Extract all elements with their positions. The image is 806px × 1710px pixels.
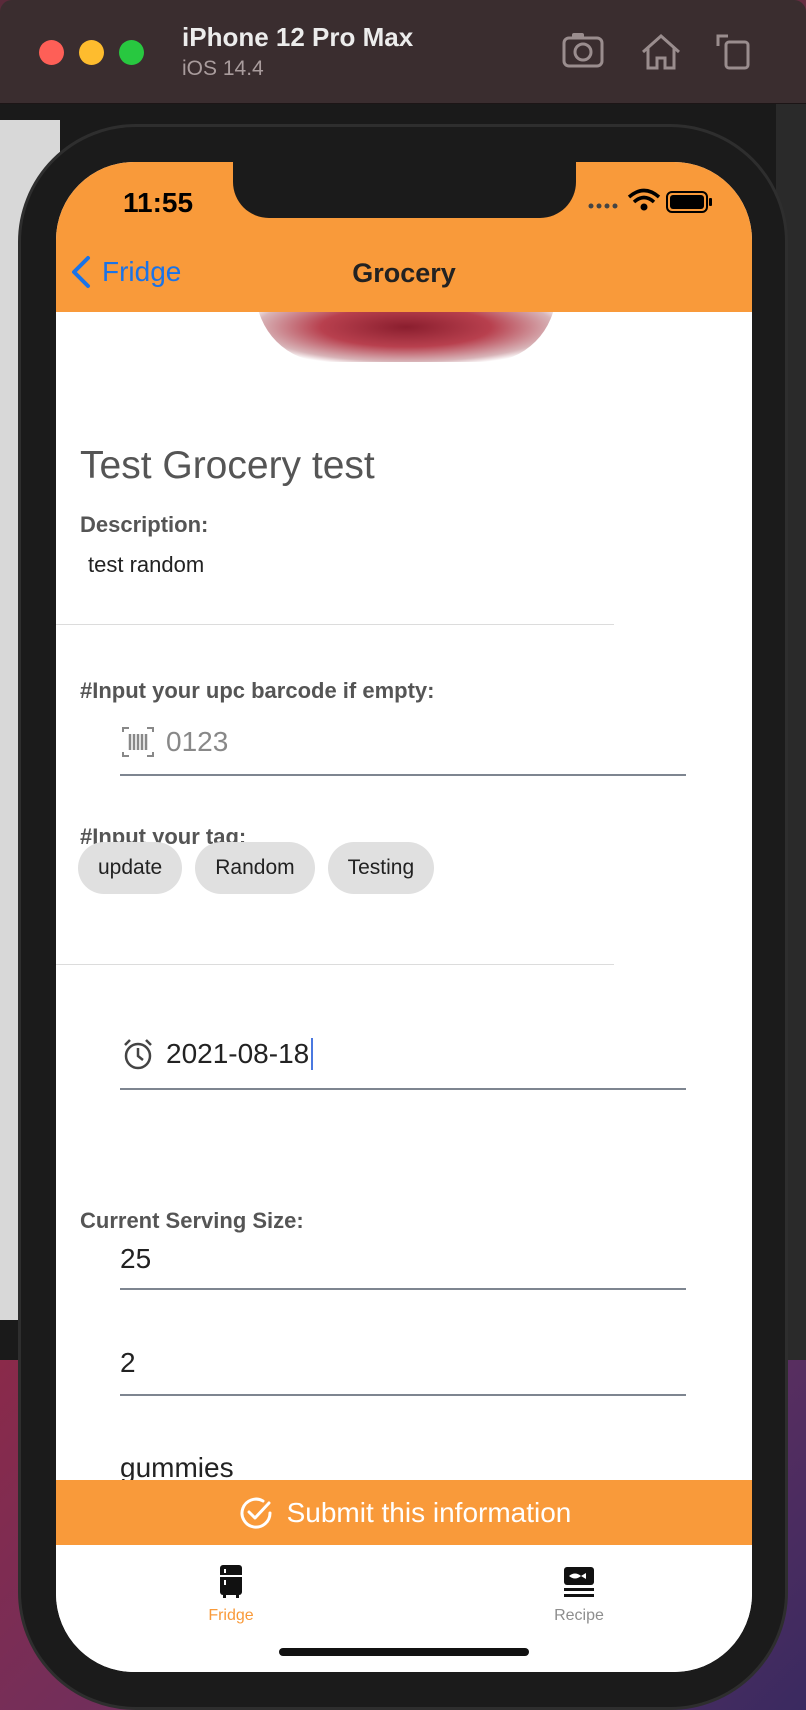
upc-label: #Input your upc barcode if empty:: [80, 678, 435, 703]
divider: [56, 964, 614, 965]
home-button[interactable]: [637, 28, 685, 76]
serving-size-value: 25: [120, 1243, 152, 1274]
upc-placeholder: 0123: [166, 726, 229, 757]
serving-size-input[interactable]: 25: [120, 1230, 686, 1290]
alarm-clock-icon: [124, 1039, 152, 1070]
divider: [56, 624, 614, 625]
serving-unit-value: gummies: [120, 1452, 234, 1480]
status-time: 11:55: [123, 187, 194, 218]
serving-unit-input[interactable]: gummies: [120, 1436, 686, 1480]
home-indicator[interactable]: [279, 1648, 529, 1656]
tag-chip[interactable]: Random: [195, 842, 315, 894]
tab-fridge[interactable]: Fridge: [151, 1563, 311, 1625]
wifi-icon: [627, 188, 661, 211]
tag-chip[interactable]: Testing: [327, 842, 435, 894]
serving-count-input[interactable]: 2: [120, 1332, 686, 1396]
grocery-image: [256, 312, 556, 362]
tab-fridge-label: Fridge: [208, 1607, 254, 1624]
description-label: Description:: [80, 512, 209, 537]
recipe-icon: [564, 1567, 594, 1597]
camera-icon: [562, 33, 604, 68]
tab-recipe[interactable]: Recipe: [499, 1563, 659, 1625]
simulator-os-version: iOS 14.4: [182, 57, 264, 80]
page-title: Grocery: [352, 258, 456, 288]
screenshot-button[interactable]: [560, 28, 608, 76]
tab-recipe-label: Recipe: [554, 1607, 604, 1624]
simulator-title-bar: iPhone 12 Pro Max iOS 14.4: [0, 0, 806, 104]
rotate-button[interactable]: [710, 28, 758, 76]
status-icons: [588, 188, 712, 213]
battery-icon: [666, 191, 712, 213]
text-cursor: [311, 1038, 314, 1070]
check-circle-icon: [240, 1497, 272, 1529]
minimize-window-button[interactable]: [79, 40, 104, 65]
expiry-date-input[interactable]: 2021-08-18: [120, 1020, 686, 1090]
expiry-date-value: 2021-08-18: [166, 1038, 310, 1069]
barcode-icon: [122, 727, 154, 757]
tag-chip[interactable]: update: [78, 842, 183, 894]
signal-icon: [588, 203, 618, 209]
description-text: test random: [88, 552, 205, 577]
zoom-window-button[interactable]: [119, 40, 144, 65]
tag-list: update Random Testing: [78, 842, 435, 894]
home-icon: [642, 33, 680, 70]
phone-screen: 11:55 Fridge Grocery Test Grocery test D…: [56, 162, 752, 1672]
rotate-icon: [716, 34, 750, 70]
grocery-name: Test Grocery test: [80, 444, 375, 487]
navigation-header: 11:55 Fridge Grocery: [56, 162, 752, 312]
fridge-icon: [220, 1565, 242, 1598]
serving-count-value: 2: [120, 1347, 136, 1378]
scroll-content[interactable]: Test Grocery test Description: test rand…: [56, 312, 752, 1480]
close-window-button[interactable]: [39, 40, 64, 65]
submit-button[interactable]: Submit this information: [56, 1480, 752, 1545]
submit-button-label: Submit this information: [286, 1496, 572, 1528]
upc-barcode-input[interactable]: 0123: [120, 710, 686, 776]
phone-notch: [233, 162, 576, 218]
simulator-device-name: iPhone 12 Pro Max: [182, 22, 414, 52]
